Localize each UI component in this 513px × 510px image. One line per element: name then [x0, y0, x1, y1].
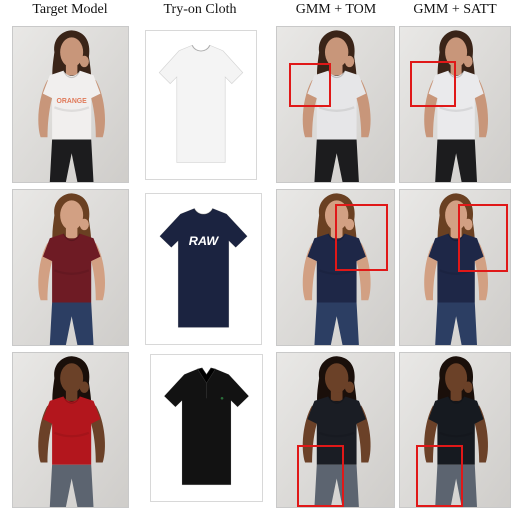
gmm-satt-result-image: [399, 352, 511, 508]
hand: [79, 381, 89, 393]
target-model-image: [12, 189, 129, 346]
header-gmm-tom: GMM + TOM: [295, 2, 377, 17]
face: [324, 363, 349, 393]
photo: [151, 355, 262, 501]
header-target-model: Target Model: [32, 2, 108, 17]
shirt-print: RAW: [189, 234, 220, 248]
highlight-box: [410, 61, 456, 107]
hand: [463, 381, 473, 393]
hand: [344, 55, 355, 68]
hand: [463, 55, 473, 68]
highlight-box: [289, 63, 331, 107]
gmm-tom-result-image: [276, 189, 395, 346]
face: [60, 200, 84, 231]
try-on-cloth-image: RAW: [145, 193, 262, 345]
highlight-box: [458, 204, 508, 272]
highlight-box: [297, 445, 344, 507]
gmm-satt-result-image: [399, 189, 511, 346]
logo: [220, 396, 224, 400]
gmm-satt-result-image: [399, 26, 511, 183]
photo: ORANGE: [13, 27, 128, 182]
shirt-print: ORANGE: [57, 98, 88, 105]
highlight-box: [335, 204, 388, 271]
hand: [79, 218, 89, 231]
gmm-tom-result-image: [276, 26, 395, 183]
photo: RAW: [146, 194, 261, 344]
header-gmm-satt: GMM + SATT: [413, 2, 497, 17]
header-try-on-cloth: Try-on Cloth: [163, 2, 237, 17]
target-model-image: ORANGE: [12, 26, 129, 183]
photo: [13, 190, 128, 345]
photo: [146, 31, 256, 179]
try-on-cloth-image: [150, 354, 263, 502]
try-on-cloth-image: [145, 30, 257, 180]
target-model-image: [12, 352, 129, 508]
hand: [344, 381, 355, 393]
highlight-box: [416, 445, 463, 507]
gmm-tom-result-image: [276, 352, 395, 508]
photo: [13, 353, 128, 507]
face: [60, 37, 84, 68]
face: [60, 363, 84, 393]
face: [445, 363, 468, 393]
hand: [79, 55, 89, 68]
